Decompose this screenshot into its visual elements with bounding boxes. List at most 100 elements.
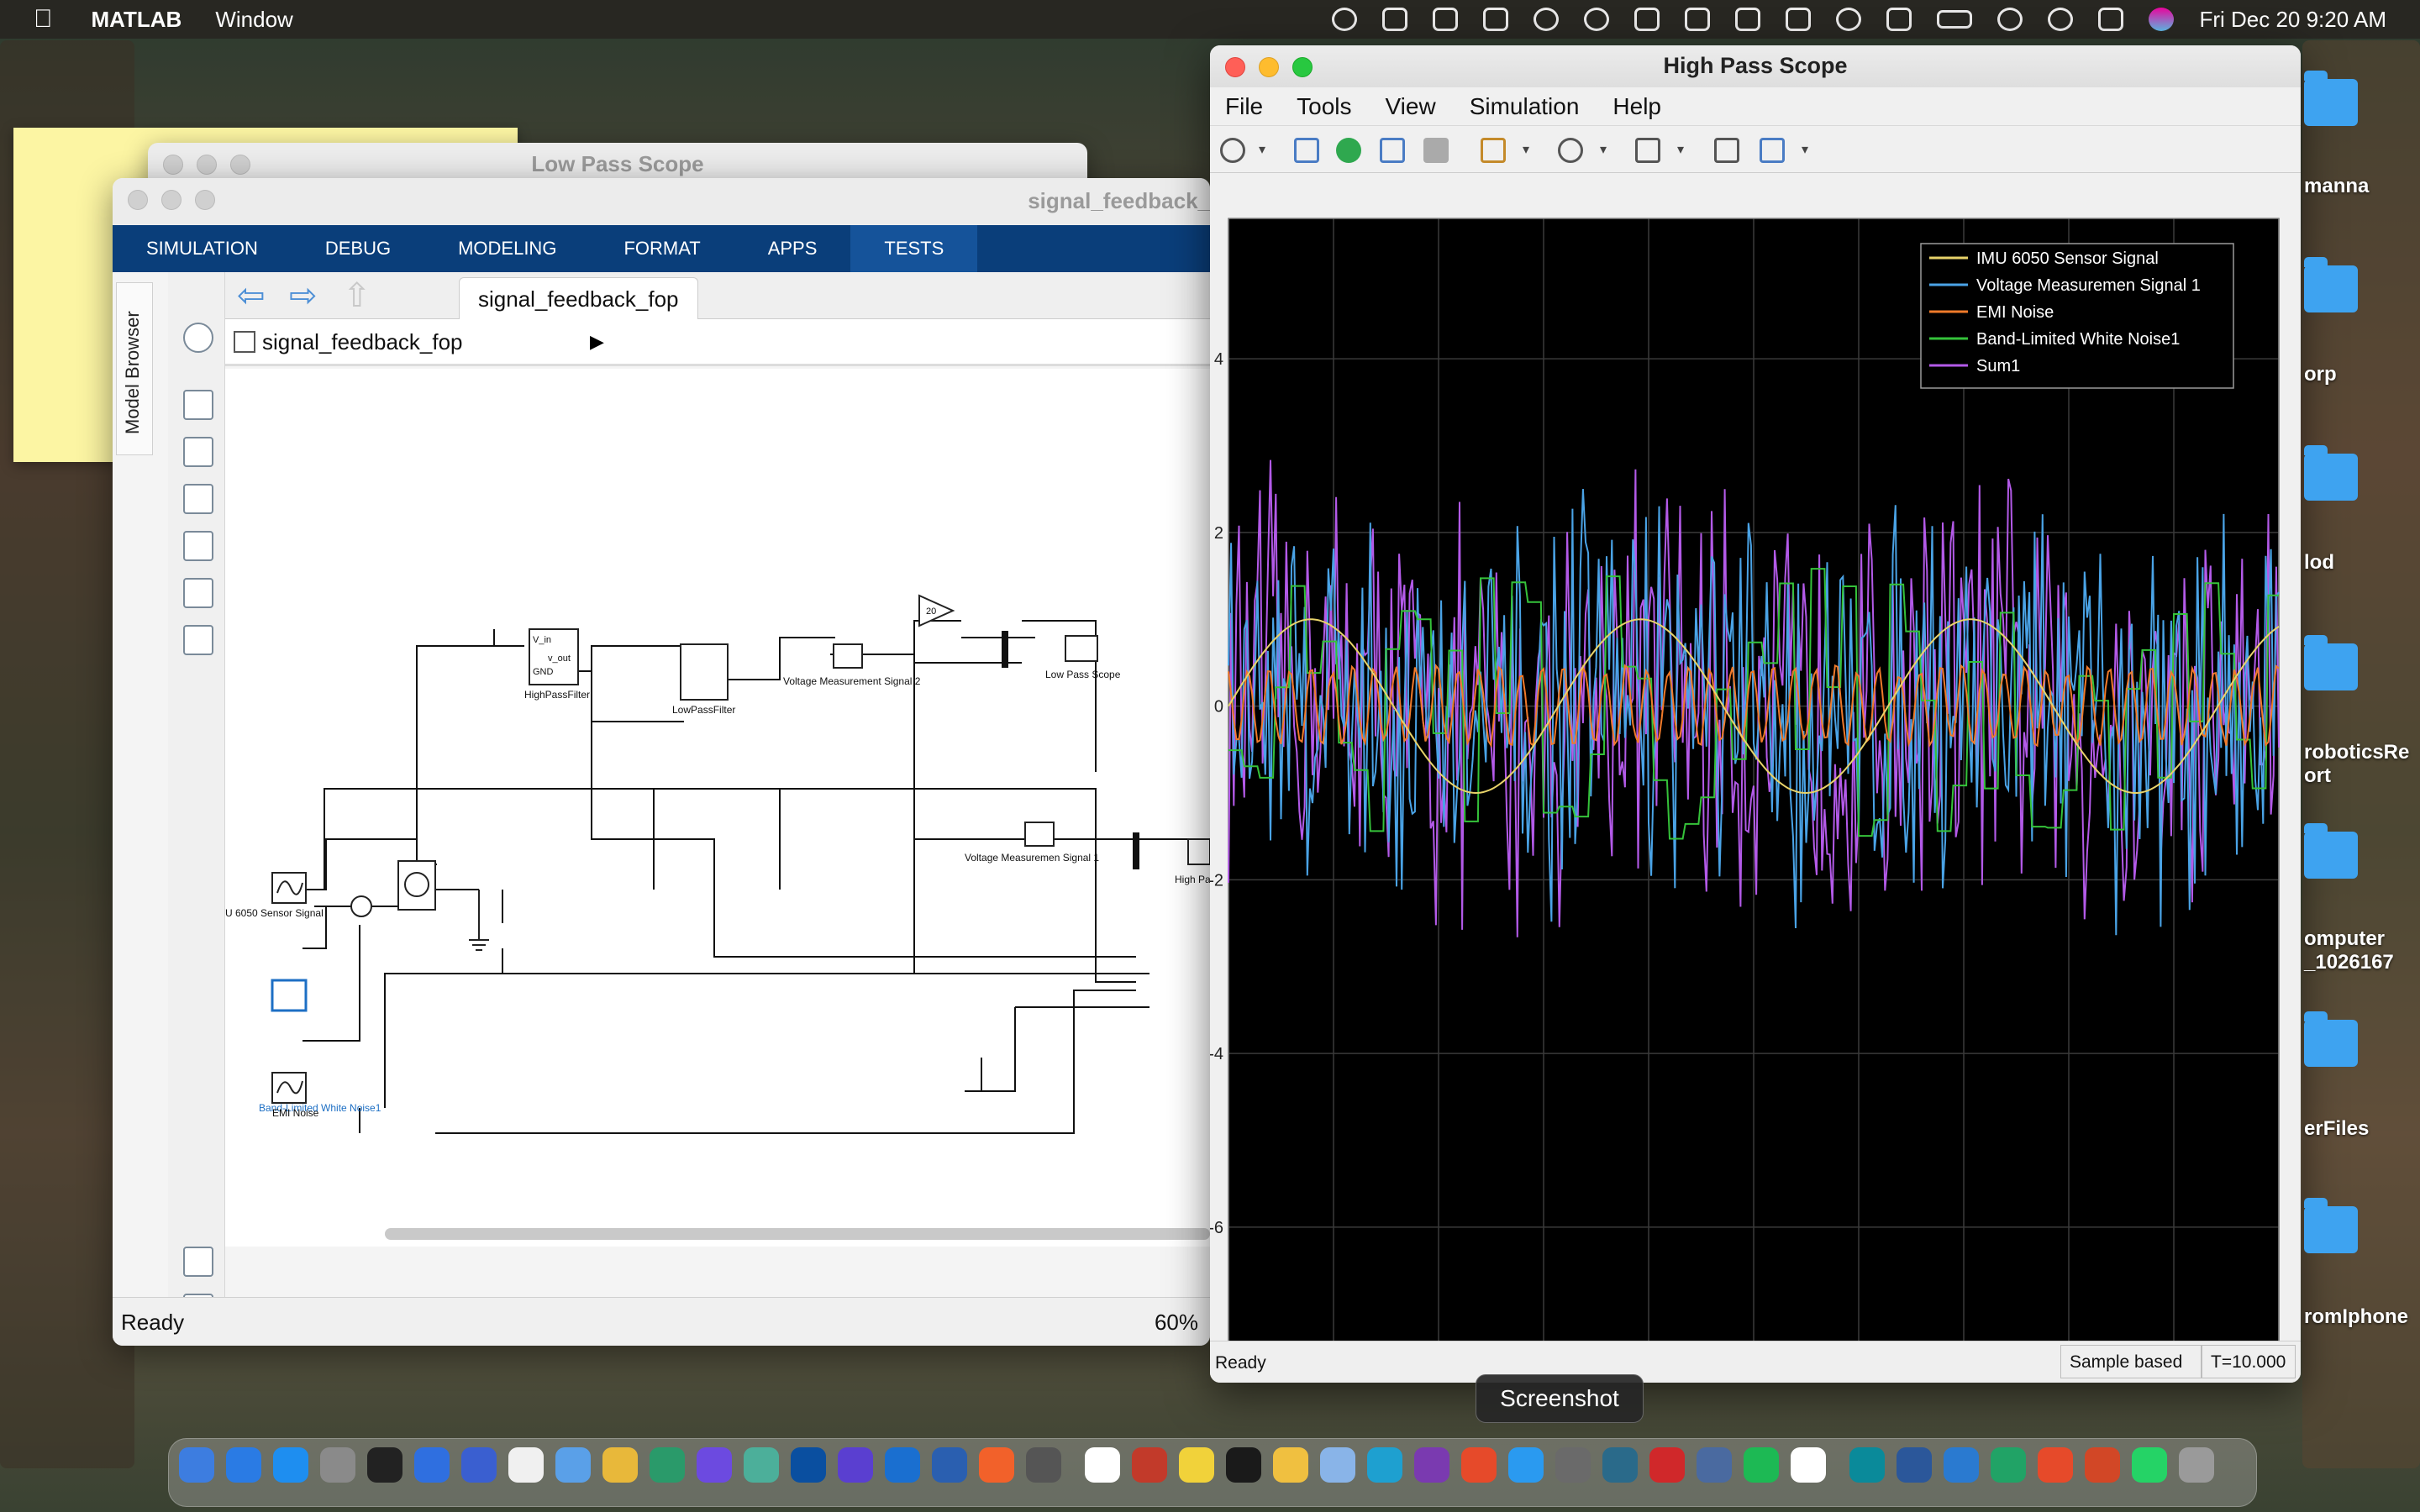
dock-app-icon[interactable] — [414, 1447, 450, 1483]
mux-block[interactable] — [1002, 631, 1008, 668]
fit-view-icon[interactable] — [183, 437, 213, 467]
notion-icon[interactable] — [1382, 8, 1408, 31]
vms2-block[interactable] — [833, 643, 863, 669]
dock-app-icon[interactable] — [273, 1447, 308, 1483]
model-canvas[interactable]: U 6050 Sensor Signal Band-Limited White … — [225, 369, 1210, 1247]
dock-app-icon[interactable] — [1367, 1447, 1402, 1483]
dock-app-icon[interactable] — [1320, 1447, 1355, 1483]
dock-app-icon[interactable] — [1649, 1447, 1685, 1483]
dock-app-icon[interactable] — [791, 1447, 826, 1483]
dock-app-icon[interactable] — [932, 1447, 967, 1483]
tab-debug[interactable]: DEBUG — [292, 225, 424, 272]
low-pass-scope-block[interactable] — [1065, 635, 1098, 662]
dock-app-icon[interactable] — [2038, 1447, 2073, 1483]
high-pass-scope-block[interactable] — [1187, 838, 1210, 865]
bluetooth-off-icon[interactable] — [1786, 8, 1812, 31]
dock-app-icon[interactable] — [461, 1447, 497, 1483]
dock-app-icon[interactable] — [1179, 1447, 1214, 1483]
annotation-icon[interactable] — [183, 531, 213, 561]
dock-app-icon[interactable] — [1461, 1447, 1497, 1483]
zoom-button[interactable] — [195, 190, 215, 210]
menu-help[interactable]: Help — [1612, 93, 1661, 120]
app-menu[interactable]: MATLAB — [92, 7, 182, 33]
dock-app-icon[interactable] — [650, 1447, 685, 1483]
high-pass-scope-window[interactable]: High Pass Scope File Tools View Simulati… — [1210, 45, 2301, 1383]
folder-label[interactable]: erFiles — [2304, 1117, 2369, 1141]
folder-label[interactable]: romIphone — [2304, 1305, 2408, 1329]
close-button[interactable] — [128, 190, 148, 210]
dock-app-icon[interactable] — [1697, 1447, 1732, 1483]
teams-icon[interactable] — [1433, 8, 1459, 31]
dock-app-icon[interactable] — [697, 1447, 732, 1483]
tab-tests[interactable]: TESTS — [850, 225, 978, 272]
menu-file[interactable]: File — [1225, 93, 1263, 120]
legend-label[interactable]: Band-Limited White Noise1 — [1976, 330, 2180, 349]
minimize-button[interactable] — [161, 190, 182, 210]
folder-label[interactable]: orp — [2304, 363, 2337, 386]
dock-app-icon[interactable] — [1226, 1447, 1261, 1483]
address-expand-icon[interactable]: ▶ — [590, 331, 604, 353]
dock-app-icon[interactable] — [1602, 1447, 1638, 1483]
drive-icon[interactable] — [1634, 8, 1660, 31]
dock-app-icon[interactable] — [2132, 1447, 2167, 1483]
back-arrow-icon[interactable]: ⇦ — [237, 279, 266, 312]
desktop-folder-icon[interactable] — [2304, 1011, 2358, 1067]
horizontal-scrollbar[interactable] — [385, 1228, 1210, 1240]
dock-app-icon[interactable] — [555, 1447, 591, 1483]
folder-label[interactable]: omputer _1026167 — [2304, 927, 2413, 974]
dock-app-icon[interactable] — [744, 1447, 779, 1483]
dock-app-icon[interactable] — [1085, 1447, 1120, 1483]
camera-icon[interactable] — [183, 1247, 213, 1277]
autoscale-icon[interactable] — [1635, 138, 1660, 163]
search-icon[interactable] — [2048, 8, 2074, 31]
control-center-icon[interactable] — [2098, 8, 2124, 31]
run-icon[interactable] — [1336, 138, 1361, 163]
dock-app-icon[interactable] — [367, 1447, 402, 1483]
menu-simulation[interactable]: Simulation — [1470, 93, 1580, 120]
dock-app-icon[interactable] — [1849, 1447, 1885, 1483]
dock-app-icon[interactable] — [226, 1447, 261, 1483]
highlight-icon[interactable] — [1481, 138, 1506, 163]
folder-label[interactable]: lod — [2304, 551, 2334, 575]
tab-simulation[interactable]: SIMULATION — [113, 225, 292, 272]
scope-titlebar[interactable]: High Pass Scope — [1210, 45, 2301, 87]
vms1-block[interactable] — [1024, 822, 1055, 847]
dock-app-icon[interactable] — [1744, 1447, 1779, 1483]
menu-view[interactable]: View — [1386, 93, 1436, 120]
back-icon[interactable] — [183, 323, 213, 353]
siri-icon[interactable] — [2149, 8, 2175, 31]
desktop-folder-icon[interactable] — [2304, 635, 2358, 690]
dock-app-icon[interactable] — [2179, 1447, 2214, 1483]
folder-label[interactable]: manna — [2304, 175, 2369, 198]
desktop-folder-icon[interactable] — [2304, 257, 2358, 312]
wifi-icon[interactable] — [1997, 8, 2023, 31]
tab-modeling[interactable]: MODELING — [424, 225, 590, 272]
display-icon[interactable] — [1886, 8, 1912, 31]
source-block[interactable] — [397, 860, 436, 911]
dock-app-icon[interactable] — [2085, 1447, 2120, 1483]
step-forward-icon[interactable] — [1380, 138, 1405, 163]
dock-app-icon[interactable] — [602, 1447, 638, 1483]
dock-app-icon[interactable] — [1508, 1447, 1544, 1483]
lowpass-block[interactable] — [680, 643, 729, 701]
scope-plot[interactable]: 012345678910-6-4-2024IMU 6050 Sensor Sig… — [1210, 173, 2301, 1383]
cursor-measure-icon[interactable] — [1760, 138, 1785, 163]
route-lines-icon[interactable] — [183, 484, 213, 514]
zoom-icon[interactable] — [1558, 138, 1583, 163]
forward-arrow-icon[interactable]: ⇨ — [289, 279, 318, 312]
sum-block[interactable] — [350, 895, 372, 917]
stop-icon[interactable] — [1423, 138, 1449, 163]
user-icon[interactable] — [1836, 8, 1862, 31]
window-menu[interactable]: Window — [215, 7, 292, 33]
area-icon[interactable] — [183, 625, 213, 655]
up-arrow-icon[interactable]: ⇧ — [343, 279, 371, 312]
simulink-titlebar[interactable]: signal_feedback_ — [113, 178, 1210, 225]
trigger-icon[interactable] — [1714, 138, 1739, 163]
zoom-in-icon[interactable] — [183, 390, 213, 420]
dock-app-icon[interactable] — [508, 1447, 544, 1483]
menu-tools[interactable]: Tools — [1297, 93, 1351, 120]
chatgpt-icon[interactable] — [1332, 8, 1358, 31]
window-switch-icon[interactable] — [1735, 8, 1761, 31]
legend-label[interactable]: IMU 6050 Sensor Signal — [1976, 249, 2159, 268]
legend-label[interactable]: Voltage Measuremen Signal 1 — [1976, 276, 2201, 295]
